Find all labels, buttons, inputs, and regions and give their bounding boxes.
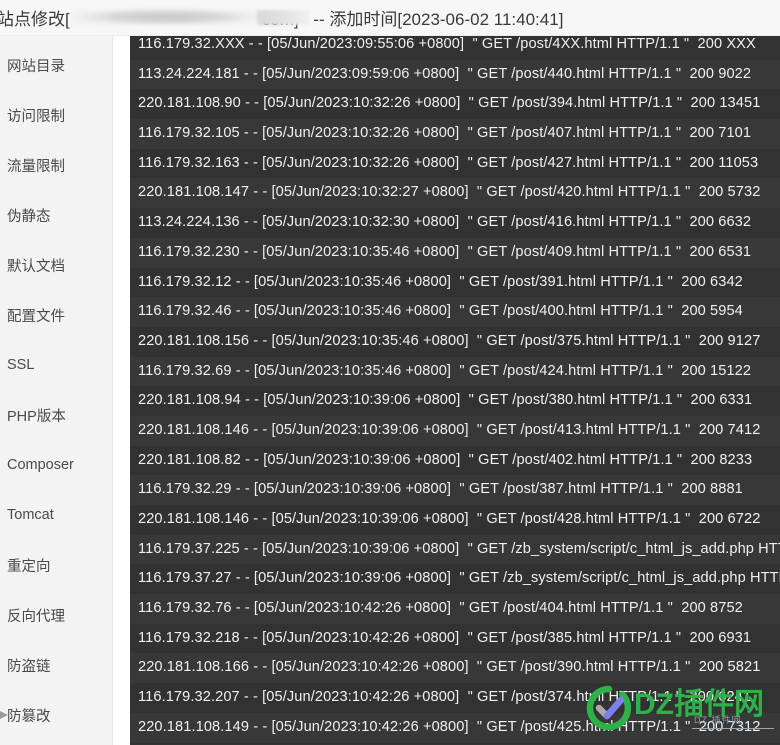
log-line: 116.179.37.27 - - [05/Jun/2023:10:39:06 … <box>138 570 780 587</box>
title-middle: -- 添加时间[ <box>308 10 403 29</box>
sidebar-item-4[interactable]: 默认文档 <box>0 240 112 290</box>
log-line: 116.179.32.XXX - - [05/Jun/2023:09:55:06… <box>138 36 756 52</box>
sidebar-item-label: 网站目录 <box>7 58 65 75</box>
log-line: 113.24.224.181 - - [05/Jun/2023:09:59:06… <box>130 59 780 90</box>
sidebar-item-10[interactable]: 重定向 <box>0 540 112 590</box>
window-header: 站点修改[com] -- 添加时间[2023-06-02 11:40:41] <box>0 0 780 36</box>
sidebar-item-label: 防篡改 <box>7 708 51 725</box>
log-line: 116.179.32.69 - - [05/Jun/2023:10:35:46 … <box>130 356 780 387</box>
log-line: 116.179.32.12 - - [05/Jun/2023:10:35:46 … <box>138 273 743 290</box>
log-line: 220.181.108.166 - - [05/Jun/2023:10:42:2… <box>130 653 780 684</box>
redacted-domain-overlay <box>256 10 309 25</box>
log-line: 116.179.32.218 - - [05/Jun/2023:10:42:26… <box>138 629 752 646</box>
sidebar-item-label: 默认文档 <box>7 258 65 275</box>
sidebar-item-0[interactable]: 网站目录 <box>0 40 112 90</box>
log-line: 220.181.108.94 - - [05/Jun/2023:10:39:06… <box>138 392 753 409</box>
sidebar-item-label: 伪静态 <box>7 208 51 225</box>
log-line: 116.179.37.225 - - [05/Jun/2023:10:39:06… <box>130 534 780 565</box>
sidebar-item-5[interactable]: 配置文件 <box>0 290 112 340</box>
sidebar-item-label: 配置文件 <box>7 308 65 325</box>
log-line: 113.24.224.136 - - [05/Jun/2023:10:32:30… <box>138 214 752 231</box>
log-line: 220.181.108.149 - - [05/Jun/2023:10:42:2… <box>130 712 780 743</box>
sidebar-item-11[interactable]: 反向代理 <box>0 590 112 640</box>
log-line: 116.179.32.230 - - [05/Jun/2023:10:35:46… <box>130 237 780 268</box>
sidebar-item-8[interactable]: Composer <box>0 440 112 490</box>
log-line: 116.179.32.207 - - [05/Jun/2023:10:42:26… <box>138 689 752 706</box>
sidebar-item-label: 重定向 <box>7 558 51 575</box>
sidebar-item-label: SSL <box>7 357 35 373</box>
log-line: 116.179.32.46 - - [05/Jun/2023:10:35:46 … <box>130 297 780 327</box>
access-log-lines: 116.179.32.XXX - - [05/Jun/2023:09:55:06… <box>130 36 780 745</box>
log-line: 220.181.108.82 - - [05/Jun/2023:10:39:06… <box>138 451 753 468</box>
sidebar-item-12[interactable]: 防盗链 <box>0 640 112 690</box>
sidebar-item-1[interactable]: 访问限制 <box>0 90 112 140</box>
sidebar-item-label: 反向代理 <box>7 608 65 625</box>
sidebar-item-3[interactable]: 伪静态 <box>0 190 112 240</box>
panel-gutter <box>114 36 130 745</box>
sidebar-item-label: Composer <box>7 457 74 473</box>
sidebar-item-label: 防盗链 <box>7 658 51 675</box>
log-line: 116.179.32.76 - - [05/Jun/2023:10:42:26 … <box>130 594 780 624</box>
title-prefix: 站点修改[ <box>0 10 70 29</box>
sidebar-item-9[interactable]: Tomcat <box>0 490 112 540</box>
sidebar-item-label: 访问限制 <box>7 108 65 125</box>
log-line: 220.181.108.156 - - [05/Jun/2023:10:35:4… <box>138 332 761 349</box>
log-line: 116.179.32.163 - - [05/Jun/2023:10:32:26… <box>138 154 759 171</box>
sidebar-item-label: Tomcat <box>7 507 54 523</box>
sidebar-item-label: PHP版本 <box>7 408 66 425</box>
caret-right-icon <box>0 711 8 719</box>
redacted-domain <box>70 9 261 25</box>
sidebar-item-7[interactable]: PHP版本 <box>0 390 112 440</box>
sidebar-item-13[interactable]: 防篡改 <box>0 690 112 740</box>
title-timestamp: 2023-06-02 11:40:41 <box>402 10 559 29</box>
log-line: 220.181.108.90 - - [05/Jun/2023:10:32:26… <box>138 95 761 112</box>
sidebar-item-2[interactable]: 流量限制 <box>0 140 112 190</box>
log-line: 116.179.32.29 - - [05/Jun/2023:10:39:06 … <box>130 475 780 505</box>
log-line: 220.181.108.147 - - [05/Jun/2023:10:32:2… <box>130 178 780 209</box>
log-line: 116.179.32.105 - - [05/Jun/2023:10:32:26… <box>130 119 780 149</box>
settings-sidebar[interactable]: 网站目录 访问限制 流量限制 伪静态 默认文档 配置文件 SSL PHP版本 C… <box>0 36 113 745</box>
title-end: ] <box>558 10 564 29</box>
log-line: 220.181.108.146 - - [05/Jun/2023:10:39:0… <box>130 415 780 446</box>
sidebar-item-label: 流量限制 <box>7 158 65 175</box>
page-title: 站点修改[com] -- 添加时间[2023-06-02 11:40:41] <box>0 5 563 30</box>
access-log-panel[interactable]: 116.179.32.XXX - - [05/Jun/2023:09:55:06… <box>130 36 780 745</box>
log-line: 220.181.108.146 - - [05/Jun/2023:10:39:0… <box>138 511 761 527</box>
site-edit-window: 站点修改[com] -- 添加时间[2023-06-02 11:40:41] 网… <box>0 0 780 745</box>
sidebar-item-6[interactable]: SSL <box>0 340 112 390</box>
